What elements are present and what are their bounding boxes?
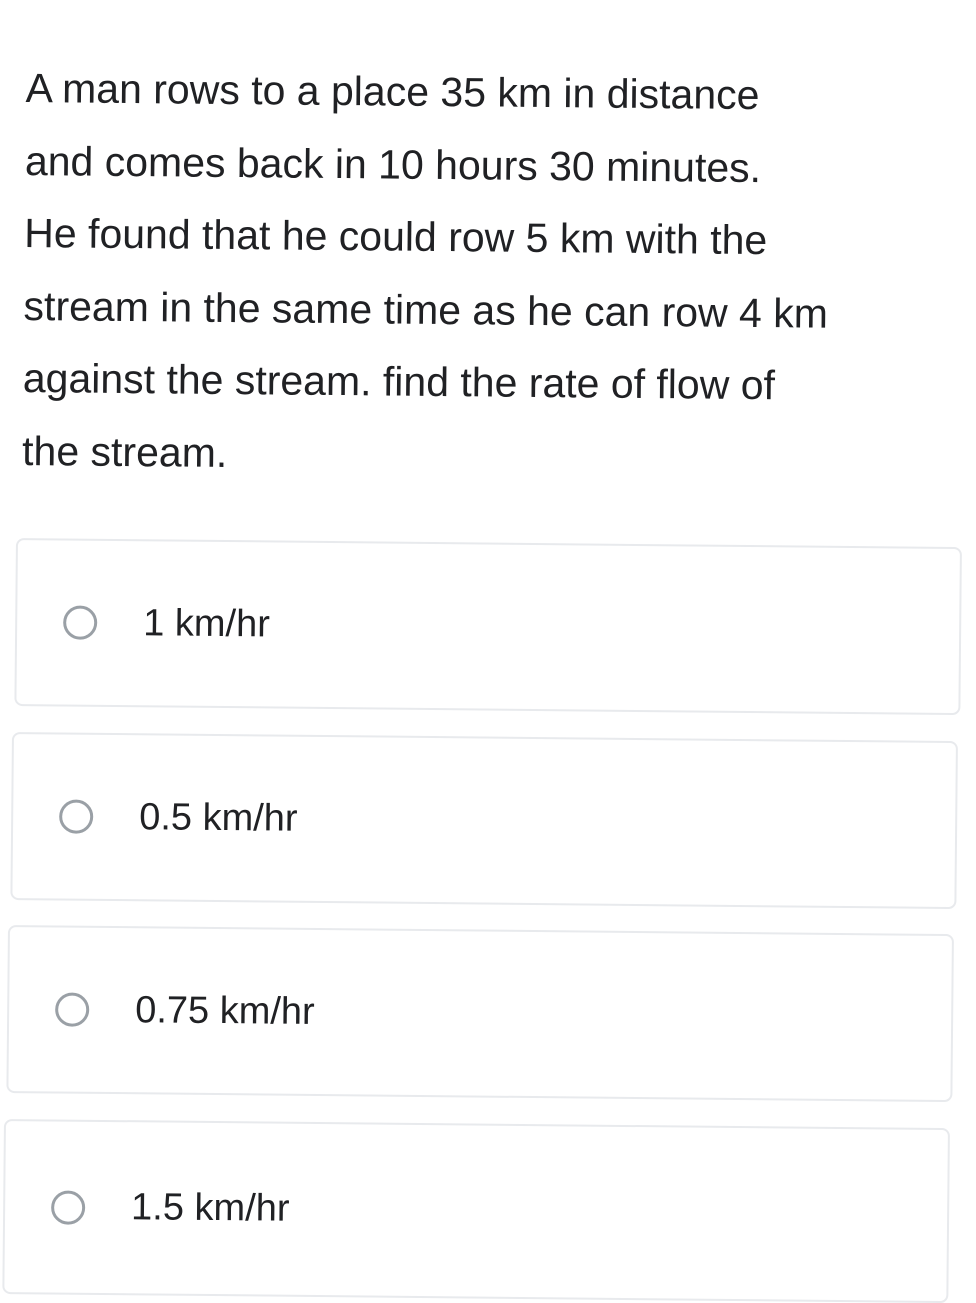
answer-option-label: 0.5 km/hr bbox=[138, 795, 298, 840]
radio-unchecked-icon[interactable] bbox=[63, 605, 98, 640]
answer-option-2[interactable]: 0.5 km/hr bbox=[10, 732, 958, 910]
answer-option-label: 0.75 km/hr bbox=[134, 988, 315, 1033]
radio-unchecked-icon[interactable] bbox=[55, 992, 90, 1027]
answer-option-label: 1.5 km/hr bbox=[130, 1186, 290, 1230]
answer-option-label: 1 km/hr bbox=[142, 601, 271, 645]
radio-unchecked-icon[interactable] bbox=[59, 799, 94, 834]
answer-option-4[interactable]: 1.5 km/hr bbox=[2, 1119, 950, 1303]
radio-unchecked-icon[interactable] bbox=[50, 1189, 86, 1225]
answer-options: 1 km/hr 0.5 km/hr 0.75 km/hr 1.5 km/hr bbox=[0, 0, 976, 1303]
answer-option-3[interactable]: 0.75 km/hr bbox=[6, 925, 954, 1103]
answer-option-1[interactable]: 1 km/hr bbox=[14, 538, 962, 716]
